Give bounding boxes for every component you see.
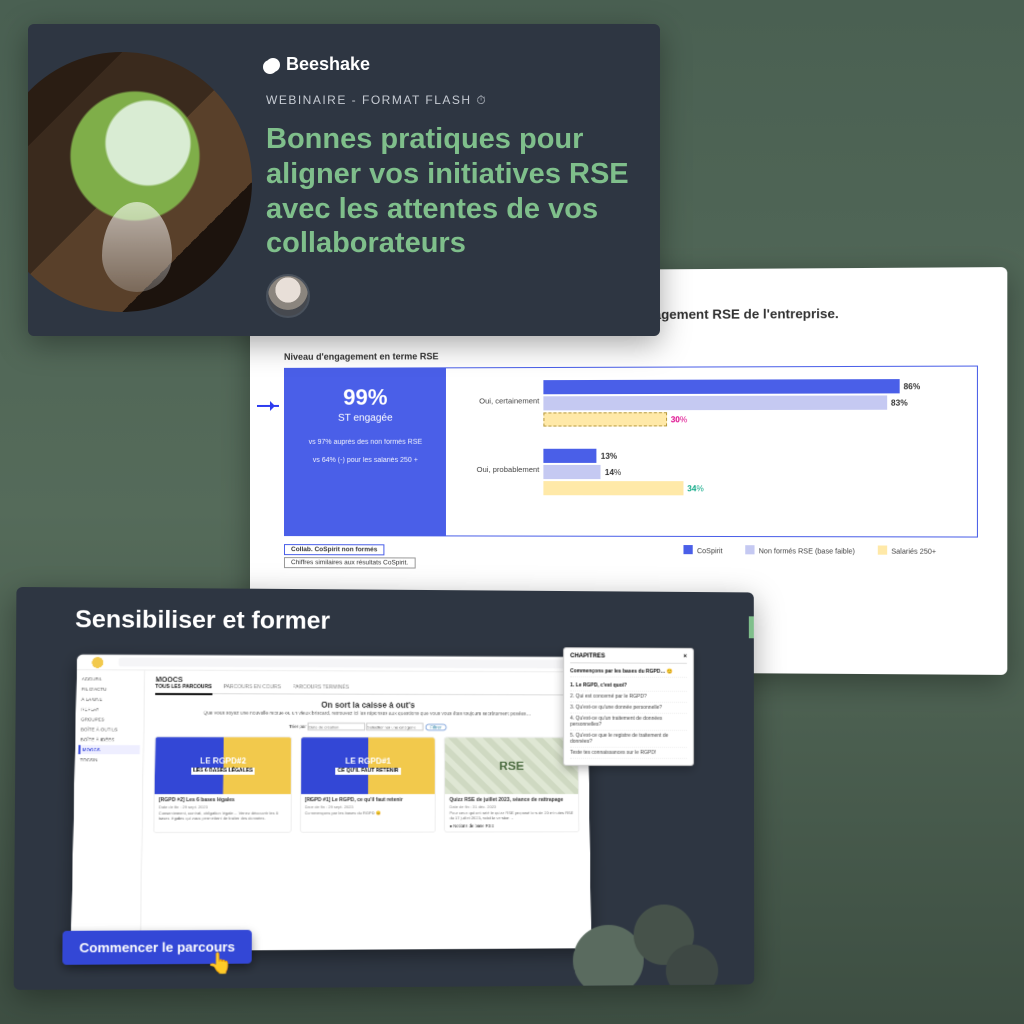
- main-subheading: Que vous soyez une nouvelle recrue ou un…: [155, 711, 578, 717]
- card-image-sub: LES 6 BASES LÉGALES: [191, 767, 255, 774]
- chapter-item[interactable]: Teste tes connaissances sur le RGPD!: [570, 748, 687, 759]
- tab-all[interactable]: TOUS LES PARCOURS: [155, 684, 212, 695]
- search-input[interactable]: [118, 658, 566, 669]
- footnote-box-1: Collab. CoSpirit non formés: [284, 544, 384, 555]
- hero-image-lightbulb-plant: [28, 52, 252, 312]
- brand-logo-text: Beeshake: [266, 54, 636, 75]
- slide-webinar-title: Beeshake WEBINAIRE - FORMAT FLASH ⏱ Bonn…: [28, 24, 660, 336]
- card-bullet: ● Notions de base RSE: [449, 823, 574, 828]
- card-title: [RGPD #1] Le RGPD, ce qu'il faut retenir: [305, 797, 431, 803]
- mooc-card[interactable]: LE RGPD#2 LES 6 BASES LÉGALES [RGPD #2] L…: [153, 736, 292, 833]
- sidebar-item[interactable]: ACCUEIL: [80, 675, 141, 684]
- filter-label: Trier par: [289, 724, 306, 729]
- filter-bar: Trier par Filtrer: [155, 722, 579, 731]
- slide3-title: Sensibiliser et former: [75, 606, 330, 636]
- bar-value: 14: [605, 467, 614, 476]
- main-heading: On sort la caisse à out's: [155, 700, 578, 710]
- bar-value: 83: [891, 398, 900, 407]
- filter-button[interactable]: Filtrer: [425, 723, 447, 730]
- card-image-title: RSE: [499, 759, 524, 773]
- callout-sub2: vs 64% (-) pour les salariés 250 +: [295, 456, 436, 466]
- callout-sub1: vs 97% auprès des non formés RSE: [295, 438, 436, 448]
- card-title: Quizz RSE de juillet 2023, séance de rat…: [449, 797, 574, 803]
- card-desc: Commençons par les bases du RGPD 😊: [305, 810, 431, 815]
- legend-salaries: Salariés 250+: [878, 546, 936, 556]
- chart-container: 99% ST engagée vs 97% auprès des non for…: [284, 366, 978, 538]
- sort-select[interactable]: [308, 722, 365, 730]
- card-desc: Consentement, contrat, obligation légale…: [158, 810, 286, 820]
- chart-row-label-2: Oui, probablement: [460, 465, 539, 474]
- app-screenshot-moocs: ⚙ ACCUEIL FIL D'ACTU À LA UNE REPLAY GRO…: [71, 654, 592, 951]
- category-select[interactable]: [366, 723, 423, 731]
- chapter-item[interactable]: 4. Qu'est-ce qu'un traitement de données…: [570, 714, 687, 731]
- decorative-circles: [573, 894, 734, 990]
- close-icon[interactable]: ×: [683, 654, 687, 660]
- card-image-title: LE RGPD#1: [345, 756, 391, 765]
- sidebar-nav: ACCUEIL FIL D'ACTU À LA UNE REPLAY GROUP…: [71, 670, 146, 951]
- chapters-lead: Commençons par les bases du RGPD… 😊: [570, 666, 687, 678]
- card-image-title: LE RGPD#2: [200, 756, 246, 765]
- chapters-header: CHAPITRES: [570, 653, 605, 659]
- footnote-box-2: Chiffres similaires aux résultats CoSpir…: [284, 557, 415, 568]
- webinar-title: Bonnes pratiques pour aligner vos initia…: [266, 122, 636, 261]
- sidebar-item[interactable]: BOÎTE À IDÉES: [78, 735, 140, 744]
- sidebar-item-active[interactable]: MOOCS: [78, 745, 140, 754]
- mooc-card[interactable]: RSE Quizz RSE de juillet 2023, séance de…: [444, 737, 580, 833]
- chart-title: Niveau d'engagement en terme RSE: [284, 349, 978, 362]
- sidebar-item[interactable]: À LA UNE: [79, 695, 141, 704]
- tab-done[interactable]: PARCOURS TERMINÉS: [293, 684, 349, 690]
- chapter-item[interactable]: 5. Qu'est-ce que le registre de traiteme…: [570, 731, 687, 748]
- chapter-item[interactable]: 2. Qui est concerné par le RGPD?: [570, 691, 687, 702]
- slide-sensibiliser-former: Sensibiliser et former ⚙ ACCUEIL FIL D'A…: [14, 587, 755, 990]
- cursor-hand-icon: 👆: [207, 950, 233, 976]
- sidebar-item[interactable]: TOCSIN: [78, 755, 140, 764]
- highlight-arrow-icon: [257, 405, 279, 407]
- legend-cospirit: CoSpirit: [684, 545, 723, 555]
- chart-row-label-1: Oui, certainement: [460, 396, 539, 405]
- card-desc: Pour ceux qui ont raté le quizz RSE prop…: [449, 810, 574, 820]
- accent-bar: [749, 616, 754, 638]
- chapter-item[interactable]: 3. Qu'est-ce qu'une donnée personnelle?: [570, 702, 687, 713]
- bar-value: 13: [601, 451, 610, 460]
- card-date: Date de fin : 29 sept. 2023: [305, 804, 431, 809]
- tab-progress[interactable]: PARCOURS EN COURS: [223, 684, 280, 690]
- card-date: Date de fin : 31 déc. 2023: [449, 804, 574, 809]
- sidebar-item[interactable]: FIL D'ACTU: [79, 685, 141, 694]
- chapter-item[interactable]: 1. Le RGPD, c'est quoi?: [570, 680, 687, 691]
- chapters-popup: CHAPITRES × Commençons par les bases du R…: [563, 647, 694, 766]
- callout-percent: 99%: [295, 384, 436, 410]
- sidebar-item[interactable]: BOÎTE À OUTILS: [78, 725, 140, 734]
- presenter-avatar: [266, 274, 310, 318]
- bar-value: 34: [687, 484, 696, 493]
- legend-non-formes: Non formés RSE (base faible): [745, 545, 855, 555]
- mooc-card[interactable]: LE RGPD#1 CE QU'IL FAUT RETENIR [RGPD #1]…: [300, 737, 437, 833]
- sidebar-item[interactable]: REPLAY: [79, 705, 141, 714]
- chart-callout-box: 99% ST engagée vs 97% auprès des non for…: [285, 368, 446, 535]
- webinar-tag: WEBINAIRE - FORMAT FLASH ⏱: [266, 93, 636, 108]
- tabs: TOUS LES PARCOURS PARCOURS EN COURS PARC…: [155, 684, 578, 696]
- bar-value: 30: [671, 415, 680, 424]
- callout-label: ST engagée: [295, 413, 436, 424]
- chart-footnote: Collab. CoSpirit non formés Chiffres sim…: [284, 544, 415, 568]
- card-image-sub: CE QU'IL FAUT RETENIR: [336, 767, 401, 774]
- chart-legend: CoSpirit Non formés RSE (base faible) Sa…: [684, 545, 978, 556]
- card-title: [RGPD #2] Les 6 bases légales: [159, 797, 287, 803]
- bar-value: 86: [904, 382, 913, 391]
- app-logo-icon: [85, 656, 110, 668]
- card-date: Date de fin : 29 sept. 2023: [159, 804, 287, 809]
- sidebar-item[interactable]: GROUPES: [79, 715, 141, 724]
